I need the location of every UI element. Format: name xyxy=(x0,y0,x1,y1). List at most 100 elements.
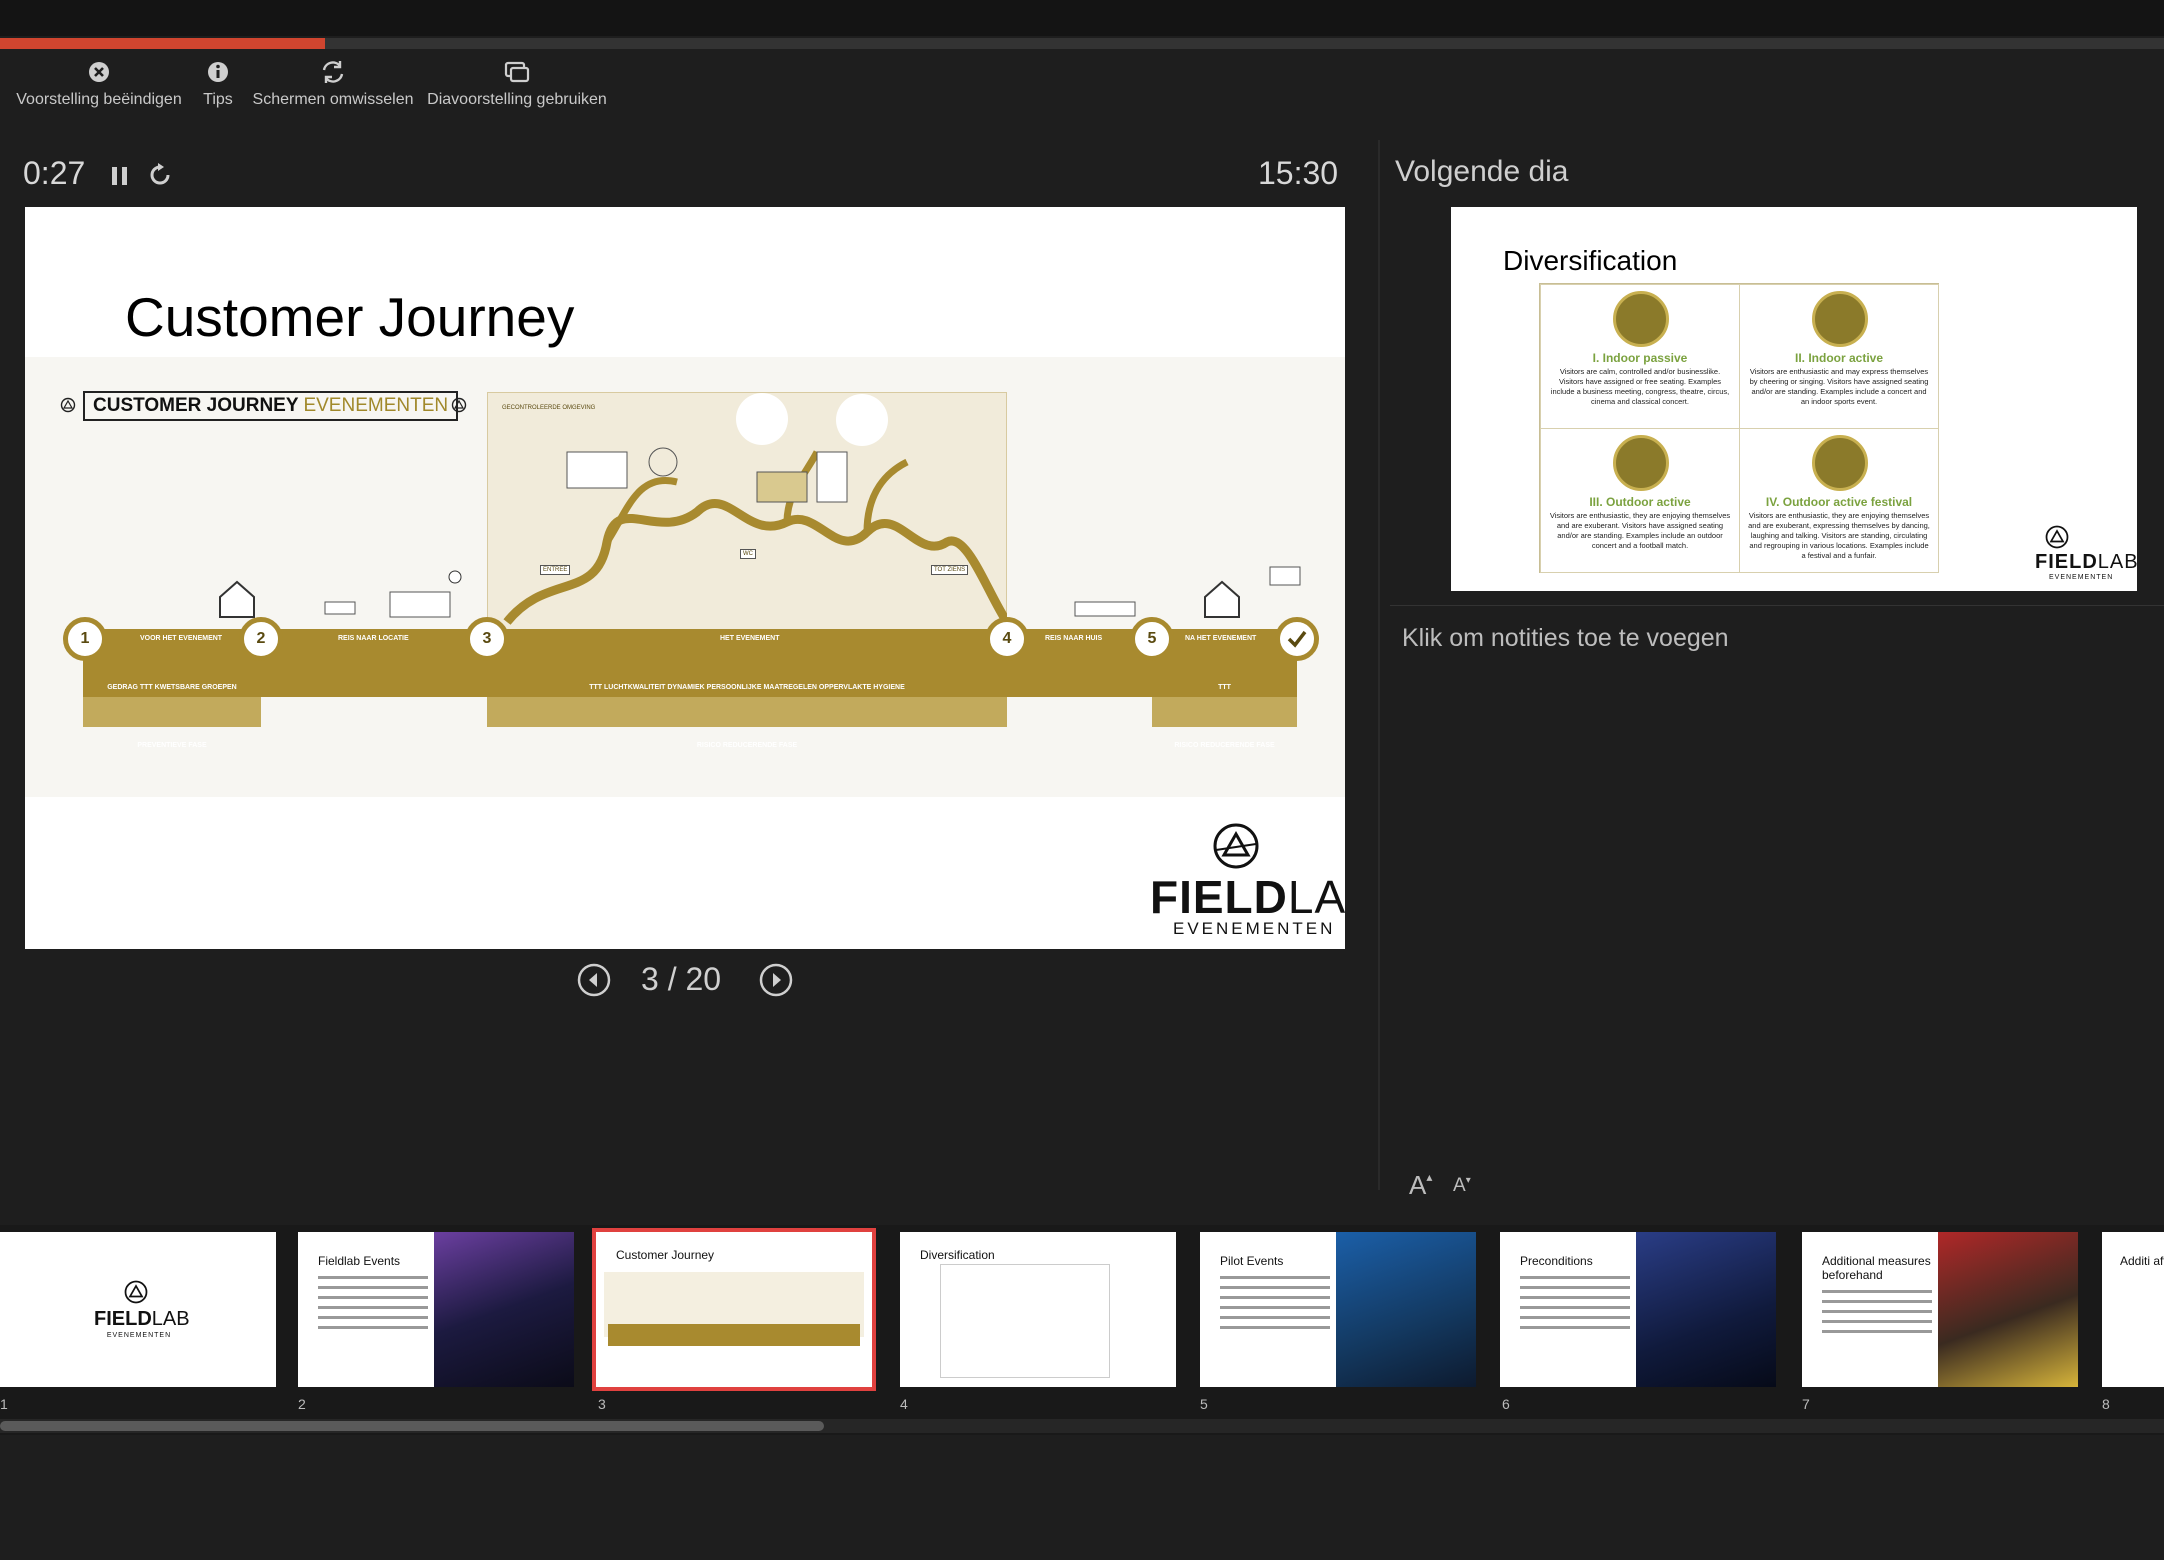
thumbnail-title: Additional measures beforehand xyxy=(1822,1254,1931,1282)
fieldlab-logo-text: FIELDLAB xyxy=(2035,551,2137,574)
presentation-progress-bar xyxy=(0,38,2164,49)
notes-divider xyxy=(1390,605,2164,606)
end-show-label: Voorstelling beëindigen xyxy=(16,91,182,108)
journey-node-2: 2 xyxy=(239,617,283,661)
cell-title: I. Indoor passive xyxy=(1592,351,1688,365)
window-top-bar xyxy=(0,0,2164,36)
thumbnail-journey-road xyxy=(608,1324,860,1346)
sign-tot-ziens: TOT ZIENS xyxy=(931,565,969,575)
slide-thumbnail-2[interactable]: Fieldlab Events xyxy=(298,1232,574,1387)
thumbnail-scrollbar-thumb[interactable] xyxy=(0,1421,824,1431)
increase-font-button[interactable]: A▴ xyxy=(1409,1170,1432,1201)
use-slideshow-label: Diavoorstelling gebruiken xyxy=(427,91,607,108)
presentation-progress-fill xyxy=(0,38,325,49)
cell-title: III. Outdoor active xyxy=(1589,495,1691,509)
slide-thumbnail-7[interactable]: Additional measures beforehand xyxy=(1802,1232,2078,1387)
end-show-button[interactable]: Voorstelling beëindigen xyxy=(14,58,184,120)
slide-thumbnail-6[interactable]: Preconditions xyxy=(1500,1232,1776,1387)
tips-button[interactable]: Tips xyxy=(198,58,238,120)
pane-divider[interactable] xyxy=(1378,140,1380,1190)
phase-5-topics: TTT xyxy=(1218,684,1231,691)
journey-scenery-right xyxy=(1074,566,1301,618)
journey-heading-light: EVENEMENTEN xyxy=(303,395,449,416)
slide-thumbnail-8[interactable]: Additi afterwa xyxy=(2102,1232,2164,1387)
risk-phase-box-main xyxy=(487,697,1007,727)
cell-description: Visitors are enthusiastic, they are enjo… xyxy=(1748,511,1930,560)
decrease-font-label: A xyxy=(1453,1175,1466,1196)
speaker-notes-field[interactable]: Klik om notities toe te voegen xyxy=(1402,624,1729,653)
current-slide[interactable]: Customer Journey CUSTOMER JOURNEY EVENEM… xyxy=(25,207,1345,949)
journey-node-5: 5 xyxy=(1130,617,1174,661)
thumbnail-text-lines xyxy=(1520,1276,1630,1336)
fieldlab-logo-light: LAB xyxy=(151,1308,190,1330)
checkmark-icon xyxy=(1287,630,1307,648)
indoor-active-badge-icon xyxy=(1812,291,1868,347)
pause-icon[interactable] xyxy=(110,165,130,187)
thumbnail-scrollbar[interactable] xyxy=(0,1419,2164,1433)
next-slide-preview[interactable]: Diversification I. Indoor passive Visito… xyxy=(1451,207,2137,591)
thumbnail-title: Customer Journey xyxy=(616,1248,715,1262)
increase-font-label: A xyxy=(1409,1170,1427,1200)
diversification-cell: IV. Outdoor active festival Visitors are… xyxy=(1739,428,1939,573)
diversification-cell: I. Indoor passive Visitors are calm, con… xyxy=(1540,284,1740,429)
preventive-phase-label: PREVENTIEVE FASE xyxy=(137,742,207,749)
thumbnail-title: Preconditions xyxy=(1520,1254,1593,1268)
journey-node-4: 4 xyxy=(985,617,1029,661)
swap-screens-button[interactable]: Schermen omwisselen xyxy=(253,58,413,120)
thumbnail-text-lines xyxy=(1822,1290,1932,1340)
info-icon xyxy=(208,62,228,82)
journey-scenery-left xyxy=(219,570,462,618)
fieldlab-logo-icon xyxy=(1213,823,1259,869)
preventive-phase-box xyxy=(83,697,261,727)
journey-heading: CUSTOMER JOURNEY EVENEMENTEN xyxy=(83,391,459,421)
diversification-cell: III. Outdoor active Visitors are enthusi… xyxy=(1540,428,1740,573)
thumbnail-number: 2 xyxy=(298,1396,306,1412)
fieldlab-mark-icon xyxy=(60,397,76,413)
slide-thumbnail-4[interactable]: Diversification xyxy=(900,1232,1176,1387)
swap-screens-label: Schermen omwisselen xyxy=(252,91,414,108)
previous-slide-icon[interactable] xyxy=(577,963,611,997)
decrease-font-button[interactable]: A▾ xyxy=(1453,1175,1471,1197)
use-slideshow-button[interactable]: Diavoorstelling gebruiken xyxy=(427,58,607,120)
slide-title: Customer Journey xyxy=(125,286,575,348)
slide-thumbnail-3[interactable]: Customer Journey xyxy=(592,1228,876,1391)
elapsed-timer: 0:27 xyxy=(23,155,86,191)
fieldlab-logo-subtitle: EVENEMENTEN xyxy=(1173,919,1336,938)
thumbnail-photo xyxy=(1636,1232,1776,1387)
thumbnail-grid xyxy=(940,1264,1110,1378)
thumbnail-title: Diversification xyxy=(920,1248,995,1262)
diversification-grid: I. Indoor passive Visitors are calm, con… xyxy=(1539,283,1939,573)
segment-after-event: NA HET EVENEMENT xyxy=(1185,635,1257,642)
phase-3-topics: TTT LUCHTKWALITEIT DYNAMIEK PERSOONLIJKE… xyxy=(589,684,905,691)
slide-thumbnail-strip: FIELDLAB EVENEMENTEN Fieldlab Events Cus… xyxy=(0,1225,2164,1435)
next-slide-icon[interactable] xyxy=(759,963,793,997)
thumbnail-title: Fieldlab Events xyxy=(318,1254,401,1268)
fieldlab-logo-light: LAB xyxy=(1287,871,1345,923)
segment-before-event: VOOR HET EVENEMENT xyxy=(140,635,223,642)
caret-up-icon: ▴ xyxy=(1426,1170,1433,1184)
slide-navigation: 3 / 20 xyxy=(575,958,800,1000)
fieldlab-logo-icon xyxy=(2045,525,2069,549)
thumbnail-number: 1 xyxy=(0,1396,8,1412)
slideshow-icon xyxy=(504,61,530,83)
thumbnail-text-lines xyxy=(318,1276,428,1336)
thumbnail-number: 4 xyxy=(900,1396,908,1412)
phase-4-box xyxy=(1007,648,1152,697)
slide-thumbnail-5[interactable]: Pilot Events xyxy=(1200,1232,1476,1387)
journey-heading-bold: CUSTOMER JOURNEY xyxy=(93,395,299,416)
risk-phase-box-after xyxy=(1152,697,1297,727)
cell-description: Visitors are enthusiastic, they are enjo… xyxy=(1549,511,1731,550)
fieldlab-logo-subtitle: EVENEMENTEN xyxy=(2049,574,2114,581)
thumbnail-number: 6 xyxy=(1502,1396,1510,1412)
thumbnail-text-lines xyxy=(1220,1276,1330,1336)
slide-thumbnail-1[interactable]: FIELDLAB EVENEMENTEN xyxy=(0,1232,276,1387)
fieldlab-logo-subtitle: EVENEMENTEN xyxy=(106,1332,172,1339)
risk-phase-label-after: RISICO REDUCERENDE FASE xyxy=(1174,742,1275,749)
fieldlab-logo-bold: FIELD xyxy=(94,1308,152,1330)
journey-node-3: 3 xyxy=(465,617,509,661)
restart-timer-icon[interactable] xyxy=(147,162,173,188)
segment-event: HET EVENEMENT xyxy=(720,635,780,642)
cell-description: Visitors are enthusiastic and may expres… xyxy=(1749,367,1929,406)
cell-title: II. Indoor active xyxy=(1794,351,1884,365)
thumbnail-title: Pilot Events xyxy=(1220,1254,1284,1268)
